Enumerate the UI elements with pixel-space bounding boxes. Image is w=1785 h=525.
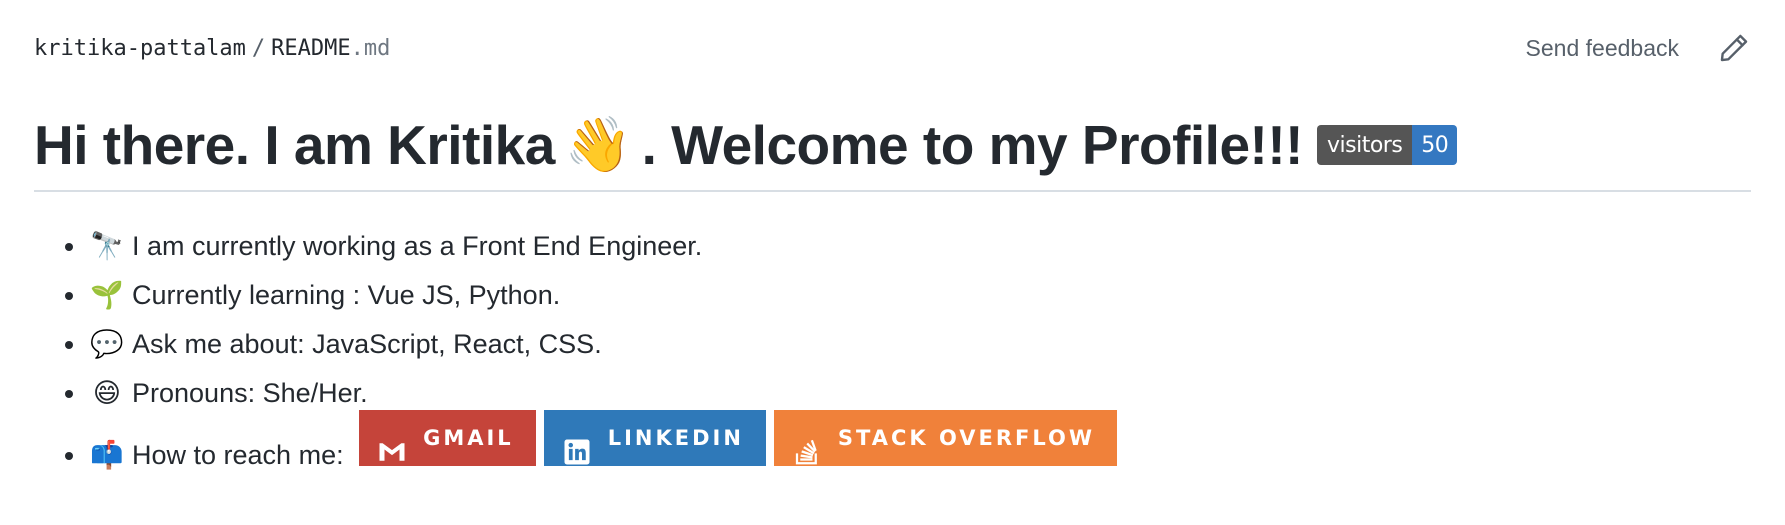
waving-hand-icon: 👋: [564, 113, 632, 176]
linkedin-icon: [562, 423, 592, 465]
list-item: 💬 Ask me about: JavaScript, React, CSS.: [88, 320, 1117, 369]
breadcrumb: kritika-pattalam / README .md: [34, 36, 390, 61]
gmail-button[interactable]: GMAIL: [359, 410, 536, 466]
list-item-text: I am currently working as a Front End En…: [132, 231, 703, 261]
list-item-text: Pronouns: She/Her.: [132, 378, 368, 408]
title-text-end: . Welcome to my Profile!!!: [641, 114, 1304, 176]
pencil-icon[interactable]: [1717, 31, 1751, 65]
list-item: 🌱 Currently learning : Vue JS, Python.: [88, 271, 1117, 320]
visitors-badge-count: 50: [1412, 125, 1458, 165]
breadcrumb-owner-link[interactable]: kritika-pattalam: [34, 36, 246, 61]
visitors-badge[interactable]: visitors 50: [1316, 125, 1458, 165]
header-actions: Send feedback: [1526, 31, 1751, 65]
gmail-label: GMAIL: [423, 426, 514, 450]
breadcrumb-separator: /: [251, 35, 266, 61]
list-item-text: Currently learning : Vue JS, Python.: [132, 280, 561, 310]
contact-buttons: GMAIL LINKEDIN STACK OVERFLOW: [359, 410, 1118, 466]
stackoverflow-button[interactable]: STACK OVERFLOW: [773, 410, 1118, 466]
send-feedback-link[interactable]: Send feedback: [1526, 35, 1679, 62]
stackoverflow-label: STACK OVERFLOW: [837, 426, 1096, 450]
linkedin-label: LINKEDIN: [607, 426, 744, 450]
readme-header: kritika-pattalam / README .md Send feedb…: [34, 28, 1751, 68]
gmail-icon: [377, 423, 407, 461]
breadcrumb-file-name: README: [271, 35, 351, 61]
linkedin-button[interactable]: LINKEDIN: [543, 410, 766, 466]
stackoverflow-icon: [792, 423, 822, 465]
list-item-text: Ask me about: JavaScript, React, CSS.: [132, 329, 602, 359]
smiling-face-icon: 😄: [92, 378, 122, 409]
telescope-icon: 🔭: [90, 231, 124, 262]
list-item-text: How to reach me:: [132, 440, 344, 470]
mailbox-icon: 📫: [90, 440, 124, 471]
seedling-icon: 🌱: [90, 280, 124, 311]
profile-heading-section: Hi there. I am Kritika 👋 . Welcome to my…: [34, 100, 1751, 192]
list-item: 🔭 I am currently working as a Front End E…: [88, 222, 1117, 271]
page-title: Hi there. I am Kritika 👋 . Welcome to my…: [34, 113, 1458, 177]
speech-bubble-icon: 💬: [90, 329, 124, 360]
list-item: 📫 How to reach me: GMAIL: [88, 410, 1118, 492]
about-list: 🔭 I am currently working as a Front End E…: [34, 222, 1118, 492]
visitors-badge-label: visitors: [1316, 125, 1413, 165]
breadcrumb-file-ext: .md: [350, 35, 391, 61]
title-text-start: Hi there. I am Kritika: [34, 114, 555, 176]
